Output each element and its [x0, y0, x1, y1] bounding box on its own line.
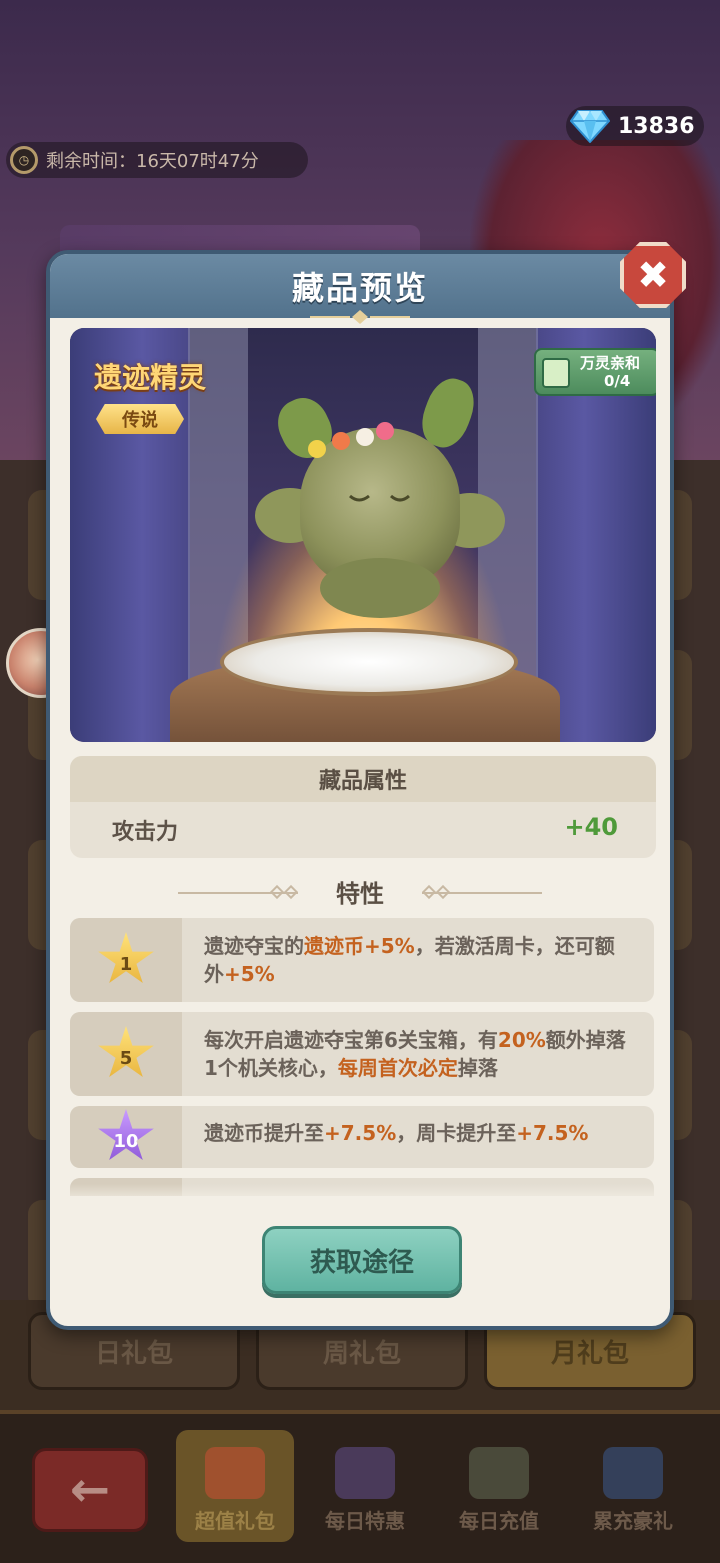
traits-list[interactable]: 1 遗迹夺宝的遗迹币+5%，若激活周卡，还可额外+5% 5 每次开启遗迹夺宝第6…: [70, 918, 656, 1196]
flower: [332, 432, 350, 450]
trait-text-segment: 每次开启遗迹夺宝第6关宝箱，有: [204, 1028, 498, 1052]
attribute-row: 攻击力 +40: [70, 802, 656, 858]
collection-preview-modal: 藏品预览 遗迹精灵 传说 万灵亲和 0/4 藏品属性 攻击力 +40 特性 1 …: [46, 250, 674, 1330]
affinity-label: 万灵亲和: [580, 354, 641, 372]
star-icon: 10: [98, 1109, 154, 1160]
attribute-panel: 藏品属性 攻击力 +40: [70, 756, 656, 858]
flower: [308, 440, 326, 458]
close-icon: ✖: [637, 253, 669, 297]
trait-highlight: +7.5%: [324, 1121, 397, 1145]
traits-title: 特性: [336, 880, 384, 908]
pedestal-top: [220, 628, 518, 696]
trait-level: 1: [70, 918, 182, 1002]
ornament-divider: [310, 310, 410, 324]
attribute-name: 攻击力: [112, 820, 179, 845]
trait-level-number: 10: [113, 1130, 139, 1152]
nav-label: 每日充值: [459, 1509, 539, 1533]
gift-clock-icon: [335, 1447, 395, 1499]
trait-level-number: 5: [119, 1047, 133, 1069]
trait-text-segment: 掉落: [457, 1056, 498, 1080]
trait-level-number: 1: [119, 953, 133, 975]
clock-icon: ◷: [10, 146, 38, 174]
close-button[interactable]: ✖: [620, 242, 686, 308]
trait-level: 5: [70, 1012, 182, 1096]
trait-text-segment: 遗迹币提升至: [204, 1121, 324, 1145]
star-icon: 1: [98, 932, 154, 983]
nav-label: 每日特惠: [325, 1509, 405, 1533]
trait-description: 每次开启遗迹夺宝第6关宝箱，有20%额外掉落1个机关核心，每周首次必定掉落: [204, 1026, 630, 1082]
affinity-badge[interactable]: 万灵亲和 0/4: [534, 348, 656, 396]
modal-title: 藏品预览: [291, 269, 428, 307]
nav-cumulative-recharge[interactable]: 累充豪礼: [574, 1430, 692, 1542]
trait-description: 遗迹币提升至+7.5%，周卡提升至+7.5%: [204, 1119, 630, 1147]
scroll-fade: [70, 1184, 654, 1196]
trait-row: 10 遗迹币提升至+7.5%，周卡提升至+7.5%: [70, 1106, 654, 1168]
trait-highlight: +5%: [224, 962, 275, 986]
trait-text-segment: 遗迹夺宝的: [204, 934, 304, 958]
trait-description: 遗迹夺宝的遗迹币+5%，若激活周卡，还可额外+5%: [204, 932, 630, 988]
gem-counter[interactable]: 13836: [566, 106, 704, 146]
spirit-face: [349, 494, 410, 502]
calendar-coins-icon: [469, 1447, 529, 1499]
trait-highlight: 20%: [497, 1028, 546, 1052]
nav-label: 累充豪礼: [593, 1509, 673, 1533]
back-button[interactable]: ←: [32, 1448, 148, 1532]
gift-icon: [205, 1447, 265, 1499]
modal-header: 藏品预览: [50, 254, 670, 318]
nav-daily-recharge[interactable]: 每日充值: [440, 1430, 558, 1542]
nav-daily-deal[interactable]: 每日特惠: [306, 1430, 424, 1542]
nav-value-pack[interactable]: 超值礼包: [176, 1430, 294, 1542]
event-timer: ◷ 剩余时间：16天07时47分: [6, 142, 308, 178]
attribute-value: +40: [564, 813, 618, 841]
obtain-method-button[interactable]: 获取途径: [262, 1226, 462, 1294]
star-icon: 5: [98, 1026, 154, 1077]
item-name: 遗迹精灵: [94, 361, 207, 394]
affinity-count: 0/4: [604, 372, 631, 390]
timer-label: 剩余时间：16天07时47分: [46, 151, 259, 172]
trait-row: 1 遗迹夺宝的遗迹币+5%，若激活周卡，还可额外+5%: [70, 918, 654, 1002]
trait-highlight: 每周首次必定: [337, 1056, 458, 1080]
divider-line: [422, 892, 542, 894]
flower: [356, 428, 374, 446]
book-icon: [542, 358, 570, 388]
trait-highlight: 遗迹币+5%: [304, 934, 415, 958]
treasure-bag-icon: [603, 1447, 663, 1499]
trait-highlight: +7.5%: [516, 1121, 589, 1145]
trait-row: 5 每次开启遗迹夺宝第6关宝箱，有20%额外掉落1个机关核心，每周首次必定掉落: [70, 1012, 654, 1096]
trait-text-segment: ，周卡提升至: [396, 1121, 517, 1145]
spirit-base: [320, 558, 440, 618]
flower: [376, 422, 394, 440]
arrow-left-icon: ←: [69, 1462, 111, 1518]
diamond-icon: [570, 110, 610, 143]
item-showcase: 遗迹精灵 传说 万灵亲和 0/4: [70, 328, 656, 742]
attribute-header: 藏品属性: [70, 756, 656, 802]
gem-count: 13836: [618, 113, 695, 139]
nav-label: 超值礼包: [195, 1509, 275, 1533]
rarity-badge: 传说: [96, 404, 184, 434]
trait-level: 10: [70, 1106, 182, 1168]
